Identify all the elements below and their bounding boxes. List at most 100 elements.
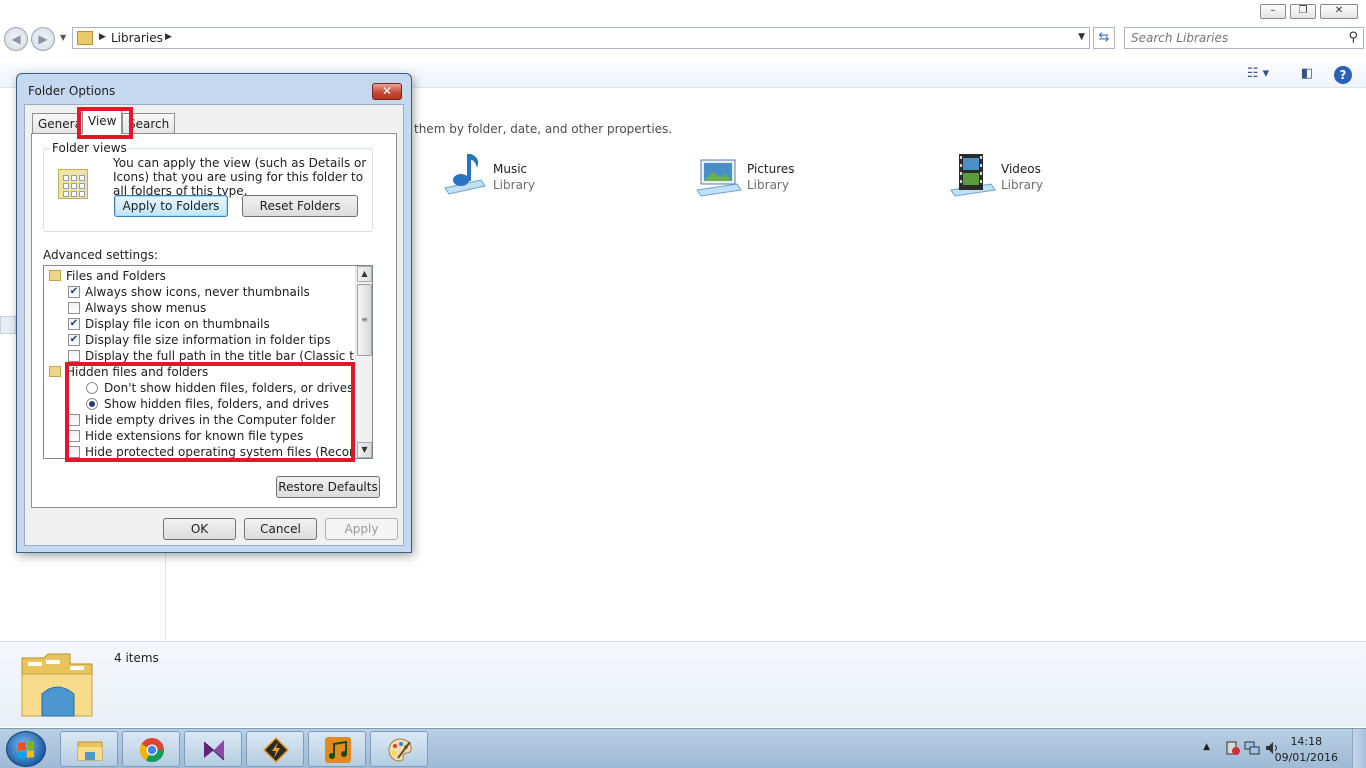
- refresh-icon[interactable]: ⇆: [1093, 27, 1115, 49]
- checkbox-checked[interactable]: ✔: [68, 286, 80, 298]
- radio-selected[interactable]: [86, 398, 98, 410]
- library-description: them by folder, date, and other properti…: [414, 122, 673, 136]
- libraries-folder-icon: [21, 653, 93, 717]
- windows-explorer-icon: [77, 741, 103, 761]
- taskbar-explorer-button[interactable]: [60, 731, 118, 767]
- breadcrumb-separator-icon[interactable]: ▶: [99, 32, 106, 42]
- start-button[interactable]: [6, 731, 46, 767]
- setting-label: Display file size information in folder …: [85, 333, 331, 347]
- search-input[interactable]: [1125, 28, 1335, 48]
- setting-label: Always show menus: [85, 301, 207, 315]
- apply-to-folders-button[interactable]: Apply to Folders: [114, 195, 228, 217]
- advanced-settings-list[interactable]: Files and Folders ✔ Always show icons, nev…: [43, 265, 373, 459]
- checkbox[interactable]: [68, 302, 80, 314]
- media-player-icon: [325, 737, 351, 763]
- apply-button[interactable]: Apply: [325, 518, 398, 540]
- clock-time: 14:18: [1290, 735, 1323, 748]
- taskbar: ▲ 14:18 09/01/2016: [0, 728, 1366, 768]
- checkbox[interactable]: [68, 446, 80, 458]
- maximize-button[interactable]: ❐: [1290, 4, 1316, 19]
- show-desktop-button[interactable]: [1352, 729, 1366, 768]
- library-name: Pictures: [747, 162, 795, 176]
- videos-library-icon: [950, 154, 996, 197]
- breadcrumb-libraries[interactable]: Libraries: [111, 31, 163, 45]
- nav-pane-item[interactable]: [0, 316, 16, 334]
- address-bar-row: ◀ ▶ ▼ ▶ Libraries ▶ ▼ ⇆ ⚲: [0, 24, 1366, 54]
- clock-date: 09/01/2016: [1274, 751, 1338, 764]
- setting-label: Display file icon on thumbnails: [85, 317, 270, 331]
- taskbar-winamp-button[interactable]: [246, 731, 304, 767]
- library-type: Library: [493, 178, 535, 192]
- library-item-videos[interactable]: Videos Library: [947, 150, 1167, 206]
- preview-pane-icon[interactable]: ◧: [1298, 66, 1316, 84]
- minimize-button[interactable]: –: [1260, 4, 1286, 19]
- setting-label: Always show icons, never thumbnails: [85, 285, 310, 299]
- recent-pages-dropdown[interactable]: ▼: [60, 33, 66, 42]
- folder-views-icon: [58, 169, 88, 199]
- checkbox-checked[interactable]: ✔: [68, 334, 80, 346]
- folder-views-legend: Folder views: [50, 141, 129, 155]
- pictures-library-icon: [696, 159, 742, 197]
- advanced-settings-label: Advanced settings:: [43, 248, 158, 262]
- folder-views-description: You can apply the view (such as Details …: [113, 156, 367, 198]
- setting-label: Hide extensions for known file types: [85, 429, 304, 443]
- folder-icon: [49, 270, 61, 281]
- address-dropdown-icon[interactable]: ▼: [1078, 32, 1085, 42]
- checkbox-checked[interactable]: ✔: [68, 318, 80, 330]
- radio[interactable]: [86, 382, 98, 394]
- dialog-body: General View Search Folder views You can…: [24, 104, 404, 546]
- tab-view[interactable]: View: [82, 110, 123, 134]
- taskbar-chrome-button[interactable]: [122, 731, 180, 767]
- dialog-title: Folder Options: [28, 84, 116, 98]
- scroll-up-icon[interactable]: ▲: [357, 266, 372, 282]
- back-button[interactable]: ◀: [4, 27, 28, 51]
- details-pane: 4 items: [0, 641, 1366, 727]
- taskbar-media-player-button[interactable]: [308, 731, 366, 767]
- setting-label: Hidden files and folders: [66, 365, 209, 379]
- search-box[interactable]: ⚲: [1124, 27, 1364, 49]
- network-icon[interactable]: [1244, 740, 1260, 756]
- action-center-icon[interactable]: [1224, 740, 1240, 756]
- paint-palette-icon: [388, 738, 412, 762]
- show-hidden-icons-icon[interactable]: ▲: [1203, 742, 1210, 752]
- ok-button[interactable]: OK: [163, 518, 236, 540]
- checkbox[interactable]: [68, 430, 80, 442]
- clock[interactable]: 14:18 09/01/2016: [1275, 734, 1338, 766]
- tab-search[interactable]: Search: [122, 113, 176, 133]
- checkbox[interactable]: [68, 350, 80, 362]
- breadcrumb-chevron-icon[interactable]: ▶: [165, 32, 172, 42]
- setting-label: Hide empty drives in the Computer folder: [85, 413, 336, 427]
- taskbar-paint-button[interactable]: [370, 731, 428, 767]
- search-icon[interactable]: ⚲: [1348, 30, 1358, 45]
- cancel-button[interactable]: Cancel: [244, 518, 317, 540]
- help-icon[interactable]: ?: [1334, 66, 1352, 84]
- scroll-down-icon[interactable]: ▼: [357, 442, 372, 458]
- windows-logo-icon: [18, 741, 34, 759]
- address-bar[interactable]: ▶ Libraries ▶ ▼: [72, 27, 1090, 49]
- setting-label: Files and Folders: [66, 269, 166, 283]
- library-type: Library: [1001, 178, 1043, 192]
- library-item-music[interactable]: Music Library: [439, 150, 659, 206]
- visual-studio-icon: [203, 740, 225, 761]
- setting-label: Don't show hidden files, folders, or dri…: [104, 381, 354, 395]
- library-item-pictures[interactable]: Pictures Library: [693, 150, 913, 206]
- explorer-titlebar: – ❐ ✕: [0, 0, 1366, 24]
- close-window-button[interactable]: ✕: [1320, 4, 1358, 19]
- change-view-icon[interactable]: ☷ ▾: [1243, 66, 1273, 84]
- checkbox[interactable]: [68, 414, 80, 426]
- scroll-thumb[interactable]: ≡: [357, 284, 372, 356]
- winamp-icon: [262, 736, 290, 764]
- music-library-icon: [444, 154, 486, 195]
- setting-label: Show hidden files, folders, and drives: [104, 397, 330, 411]
- dialog-close-button[interactable]: ✕: [372, 83, 402, 100]
- chrome-icon: [139, 738, 164, 763]
- reset-folders-button[interactable]: Reset Folders: [242, 195, 358, 217]
- setting-label: Hide protected operating system files (R…: [85, 445, 372, 459]
- settings-scrollbar[interactable]: ▲ ≡ ▼: [355, 266, 372, 458]
- setting-label: Display the full path in the title bar (…: [85, 349, 372, 363]
- forward-button[interactable]: ▶: [31, 27, 55, 51]
- system-tray: ▲ 14:18 09/01/2016: [1178, 729, 1358, 768]
- taskbar-visual-studio-button[interactable]: [184, 731, 242, 767]
- library-name: Music: [493, 162, 528, 176]
- restore-defaults-button[interactable]: Restore Defaults: [276, 476, 380, 498]
